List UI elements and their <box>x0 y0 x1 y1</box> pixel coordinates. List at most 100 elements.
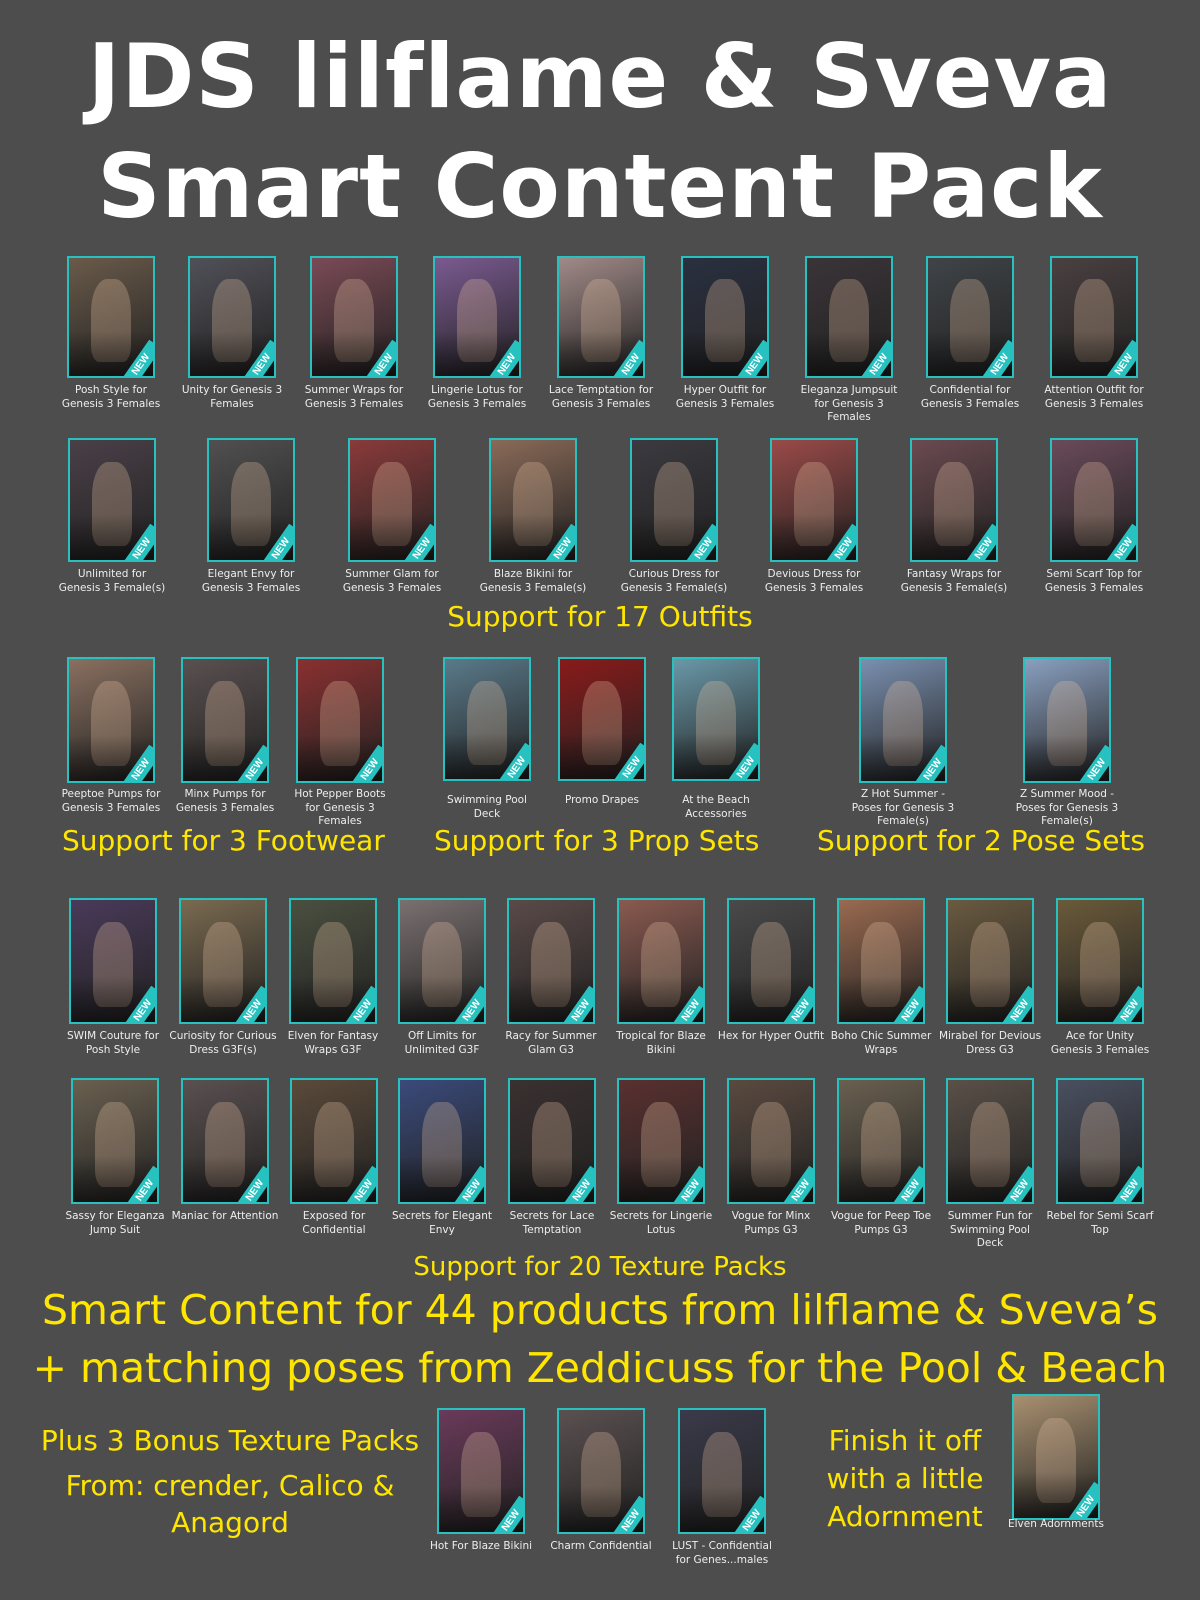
product-item[interactable]: NEW Promo Drapes <box>558 657 646 836</box>
product-thumbnail[interactable]: NEW <box>727 898 815 1024</box>
product-item[interactable]: NEW Posh Style for Genesis 3 Females <box>62 256 160 426</box>
product-item[interactable]: NEW LUST - Confidential for Genes...males <box>672 1408 772 1582</box>
product-thumbnail[interactable]: NEW <box>181 1078 269 1204</box>
product-thumbnail[interactable]: NEW <box>727 1078 815 1204</box>
product-item[interactable]: NEW Tropical for Blaze Bikini <box>616 898 706 1072</box>
product-thumbnail[interactable]: NEW <box>946 898 1034 1024</box>
product-thumbnail[interactable]: NEW <box>398 1078 486 1204</box>
product-thumbnail[interactable]: NEW <box>672 657 760 781</box>
product-item[interactable]: NEW Hot Pepper Boots for Genesis 3 Female… <box>294 657 386 830</box>
product-item[interactable]: NEW Summer Wraps for Genesis 3 Females <box>305 256 403 426</box>
product-item[interactable]: NEW Maniac for Attention <box>172 1078 278 1252</box>
product-item[interactable]: NEW Lingerie Lotus for Genesis 3 Females <box>428 256 526 426</box>
product-thumbnail[interactable]: NEW <box>179 898 267 1024</box>
product-item[interactable]: NEW Secrets for Elegant Envy <box>392 1078 492 1252</box>
product-item[interactable]: NEW Semi Scarf Top for Genesis 3 Females <box>1045 438 1143 610</box>
product-item[interactable]: NEW Elven for Fantasy Wraps G3F <box>288 898 378 1072</box>
product-thumbnail[interactable]: NEW <box>617 1078 705 1204</box>
product-thumbnail[interactable]: NEW <box>617 898 705 1024</box>
product-thumbnail[interactable]: NEW <box>289 898 377 1024</box>
product-item[interactable]: NEW Racy for Summer Glam G3 <box>505 898 597 1072</box>
product-item[interactable]: NEW Boho Chic Summer Wraps <box>831 898 931 1072</box>
product-thumbnail[interactable]: NEW <box>678 1408 766 1534</box>
product-thumbnail[interactable]: NEW <box>348 438 436 562</box>
product-thumbnail[interactable]: NEW <box>290 1078 378 1204</box>
product-item[interactable]: NEW At the Beach Accessories <box>672 657 760 836</box>
product-item[interactable]: NEW Peeptoe Pumps for Genesis 3 Females <box>62 657 160 830</box>
product-item[interactable]: NEW Summer Fun for Swimming Pool Deck <box>946 1078 1034 1252</box>
product-item[interactable]: NEW Vogue for Minx Pumps G3 <box>727 1078 815 1252</box>
product-item[interactable]: NEW Exposed for Confidential <box>290 1078 378 1252</box>
product-item[interactable]: NEW Eleganza Jumpsuit for Genesis 3 Femal… <box>801 256 897 426</box>
product-thumbnail[interactable]: NEW <box>837 898 925 1024</box>
product-item[interactable]: NEW Charm Confidential <box>550 1408 652 1582</box>
product-thumbnail[interactable]: NEW <box>926 256 1014 378</box>
product-item[interactable]: NEW Unlimited for Genesis 3 Female(s) <box>59 438 165 610</box>
product-thumbnail[interactable]: NEW <box>558 657 646 781</box>
product-thumbnail[interactable]: NEW <box>805 256 893 378</box>
product-item[interactable]: NEW Off Limits for Unlimited G3F <box>398 898 486 1072</box>
product-thumbnail[interactable]: NEW <box>1050 438 1138 562</box>
product-caption: Boho Chic Summer Wraps <box>830 1030 932 1056</box>
product-thumbnail[interactable]: NEW <box>489 438 577 562</box>
product-item[interactable]: NEW Swimming Pool Deck <box>443 657 531 836</box>
product-thumbnail[interactable]: NEW <box>507 898 595 1024</box>
product-item[interactable]: NEW Elven Adornments <box>1008 1394 1104 1560</box>
product-thumbnail[interactable]: NEW <box>1056 898 1144 1024</box>
product-item[interactable]: NEW Mirabel for Devious Dress G3 <box>939 898 1041 1072</box>
product-item[interactable]: NEW Unity for Genesis 3 Females <box>182 256 282 426</box>
product-item[interactable]: NEW Secrets for Lingerie Lotus <box>610 1078 712 1252</box>
product-item[interactable]: NEW Curiosity for Curious Dress G3F(s) <box>169 898 277 1072</box>
product-item[interactable]: NEW Hyper Outfit for Genesis 3 Females <box>676 256 774 426</box>
product-thumbnail[interactable]: NEW <box>443 657 531 781</box>
product-item[interactable]: NEW Devious Dress for Genesis 3 Females <box>765 438 863 610</box>
product-thumbnail[interactable]: NEW <box>859 657 947 783</box>
product-item[interactable]: NEW Vogue for Peep Toe Pumps G3 <box>831 1078 931 1252</box>
product-item[interactable]: NEW Elegant Envy for Genesis 3 Females <box>202 438 300 610</box>
product-item[interactable]: NEW SWIM Couture for Posh Style <box>67 898 159 1072</box>
product-thumbnail[interactable]: NEW <box>437 1408 525 1534</box>
product-item[interactable]: NEW Confidential for Genesis 3 Females <box>921 256 1019 426</box>
product-thumbnail[interactable]: NEW <box>296 657 384 783</box>
product-thumbnail[interactable]: NEW <box>207 438 295 562</box>
product-item[interactable]: NEW Z Summer Mood - Poses for Genesis 3 F… <box>1016 657 1118 830</box>
product-thumbnail[interactable]: NEW <box>946 1078 1034 1204</box>
product-caption: Swimming Pool Deck <box>447 794 527 820</box>
product-item[interactable]: NEW Blaze Bikini for Genesis 3 Female(s) <box>480 438 586 610</box>
product-thumbnail[interactable]: NEW <box>1012 1394 1100 1520</box>
product-thumbnail[interactable]: NEW <box>68 438 156 562</box>
product-item[interactable]: NEW Curious Dress for Genesis 3 Female(s) <box>621 438 727 610</box>
product-thumbnail[interactable]: NEW <box>67 657 155 783</box>
product-thumbnail[interactable]: NEW <box>398 898 486 1024</box>
product-item[interactable]: NEW Ace for Unity Genesis 3 Females <box>1051 898 1149 1072</box>
product-thumbnail[interactable]: NEW <box>681 256 769 378</box>
product-thumbnail[interactable]: NEW <box>67 256 155 378</box>
product-thumbnail[interactable]: NEW <box>630 438 718 562</box>
product-thumbnail[interactable]: NEW <box>837 1078 925 1204</box>
product-item[interactable]: NEW Z Hot Summer - Poses for Genesis 3 Fe… <box>852 657 954 830</box>
product-thumbnail[interactable]: NEW <box>910 438 998 562</box>
product-thumbnail[interactable]: NEW <box>770 438 858 562</box>
product-item[interactable]: NEW Secrets for Lace Temptation <box>508 1078 596 1252</box>
product-item[interactable]: NEW Sassy for Eleganza Jump Suit <box>65 1078 165 1252</box>
product-thumbnail[interactable]: NEW <box>71 1078 159 1204</box>
product-thumbnail[interactable]: NEW <box>557 1408 645 1534</box>
product-thumbnail[interactable]: NEW <box>433 256 521 378</box>
product-thumbnail[interactable]: NEW <box>557 256 645 378</box>
product-item[interactable]: NEW Attention Outfit for Genesis 3 Female… <box>1044 256 1144 426</box>
product-item[interactable]: NEW Hot For Blaze Bikini <box>430 1408 532 1582</box>
product-thumbnail[interactable]: NEW <box>1050 256 1138 378</box>
product-item[interactable]: NEW Lace Temptation for Genesis 3 Females <box>549 256 653 426</box>
product-thumbnail[interactable]: NEW <box>181 657 269 783</box>
product-thumbnail[interactable]: NEW <box>69 898 157 1024</box>
product-item[interactable]: NEW Fantasy Wraps for Genesis 3 Female(s) <box>901 438 1007 610</box>
product-item[interactable]: NEW Hex for Hyper Outfit <box>718 898 824 1072</box>
product-thumbnail[interactable]: NEW <box>1056 1078 1144 1204</box>
product-thumbnail[interactable]: NEW <box>310 256 398 378</box>
product-thumbnail[interactable]: NEW <box>1023 657 1111 783</box>
product-thumbnail[interactable]: NEW <box>508 1078 596 1204</box>
product-thumbnail[interactable]: NEW <box>188 256 276 378</box>
product-item[interactable]: NEW Summer Glam for Genesis 3 Females <box>343 438 441 610</box>
product-item[interactable]: NEW Rebel for Semi Scarf Top <box>1047 1078 1153 1252</box>
product-item[interactable]: NEW Minx Pumps for Genesis 3 Females <box>176 657 274 830</box>
